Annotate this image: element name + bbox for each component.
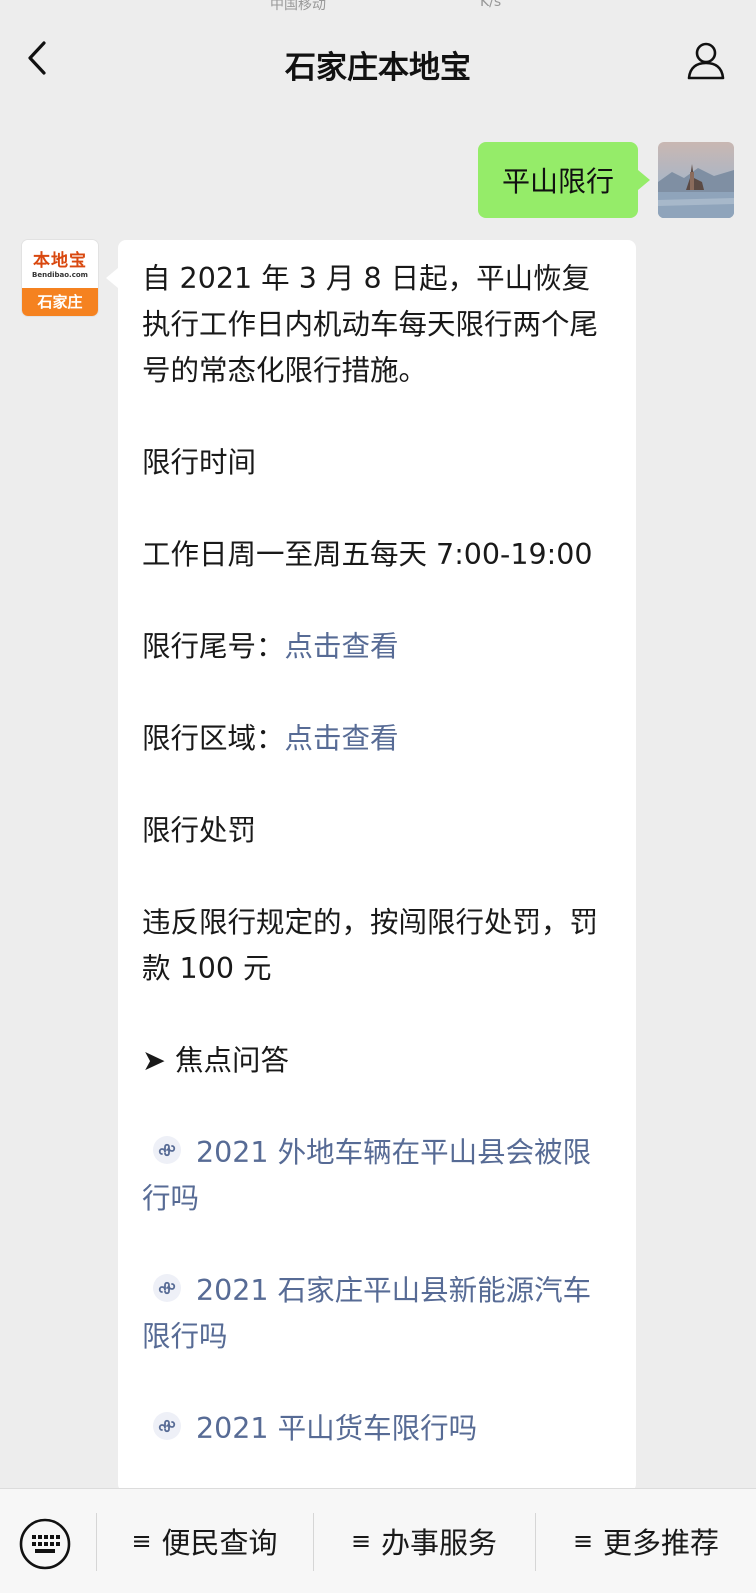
menu-more-recommendations[interactable]: ≡ 更多推荐 (536, 1489, 756, 1593)
menu-label: 便民查询 (161, 1526, 278, 1560)
tail-number-row: 限行尾号：点击查看 (142, 624, 616, 670)
time-text: 工作日周一至周五每天 7:00-19:00 (142, 538, 593, 571)
menu-label: 办事服务 (381, 1526, 498, 1560)
area-label: 限行区域： (142, 722, 285, 755)
nav-bar: 石家庄本地宝 (0, 24, 756, 104)
area-row: 限行区域：点击查看 (142, 716, 616, 762)
faq-link-item[interactable]: 2021 平山货车限行吗 (142, 1406, 616, 1452)
user-avatar[interactable] (658, 142, 734, 218)
faq-link-item[interactable]: 2021 外地车辆在平山县会被限行吗 (142, 1130, 616, 1222)
keyboard-toggle-button[interactable] (18, 1517, 72, 1571)
logo-text: 本地宝 (33, 251, 87, 271)
menu-label: 更多推荐 (603, 1526, 720, 1560)
mini-program-icon (153, 1274, 181, 1302)
menu-list-icon: ≡ (572, 1527, 594, 1555)
bottom-menu: ≡ 便民查询 ≡ 办事服务 ≡ 更多推荐 (0, 1488, 756, 1593)
incoming-message-bubble: 自 2021 年 3 月 8 日起，平山恢复执行工作日内机动车每天限行两个尾号的… (106, 240, 636, 1492)
network-speed: K/s (480, 0, 502, 10)
bendibao-logo: 本地宝 Bendibao.com (22, 240, 98, 288)
page-title: 石家庄本地宝 (285, 50, 471, 86)
tail-number-link[interactable]: 点击查看 (285, 630, 399, 663)
landscape-photo (658, 142, 734, 218)
menu-services[interactable]: ≡ 办事服务 (314, 1489, 534, 1593)
mini-program-icon (153, 1412, 181, 1440)
intro-text: 自 2021 年 3 月 8 日起，平山恢复执行工作日内机动车每天限行两个尾号的… (142, 262, 599, 387)
account-avatar[interactable]: 本地宝 Bendibao.com 石家庄 (22, 240, 98, 316)
logo-domain: Bendibao.com (32, 271, 88, 279)
penalty-heading: 限行处罚 (142, 814, 257, 847)
tail-number-label: 限行尾号： (142, 630, 285, 663)
profile-button[interactable] (684, 38, 728, 82)
outgoing-message-row: 平山限行 (134, 142, 734, 220)
mini-program-icon (153, 1136, 181, 1164)
outgoing-message-bubble[interactable]: 平山限行 (477, 142, 651, 218)
message-content: 自 2021 年 3 月 8 日起，平山恢复执行工作日内机动车每天限行两个尾号的… (142, 256, 616, 1452)
area-link[interactable]: 点击查看 (285, 722, 399, 755)
outgoing-message-text: 平山限行 (501, 165, 614, 198)
person-icon (687, 42, 725, 80)
status-bar: 中国移动 K/s (0, 0, 756, 20)
penalty-text: 违反限行规定的，按闯限行处罚，罚款 100 元 (142, 906, 599, 985)
menu-convenience-query[interactable]: ≡ 便民查询 (97, 1489, 312, 1593)
faq-link-item[interactable]: 2021 石家庄平山县新能源汽车限行吗 (142, 1268, 616, 1360)
faq-heading: ➤ 焦点问答 (142, 1044, 289, 1077)
faq-link-text[interactable]: 2021 石家庄平山县新能源汽车限行吗 (142, 1274, 591, 1353)
keyboard-icon (19, 1518, 71, 1570)
menu-list-icon: ≡ (131, 1527, 152, 1555)
faq-link-text[interactable]: 2021 外地车辆在平山县会被限行吗 (142, 1136, 591, 1215)
faq-link-text[interactable]: 2021 平山货车限行吗 (196, 1412, 477, 1445)
carrier-label: 中国移动 (270, 0, 326, 13)
menu-list-icon: ≡ (350, 1527, 372, 1555)
time-heading: 限行时间 (142, 446, 257, 479)
logo-city: 石家庄 (22, 288, 98, 316)
